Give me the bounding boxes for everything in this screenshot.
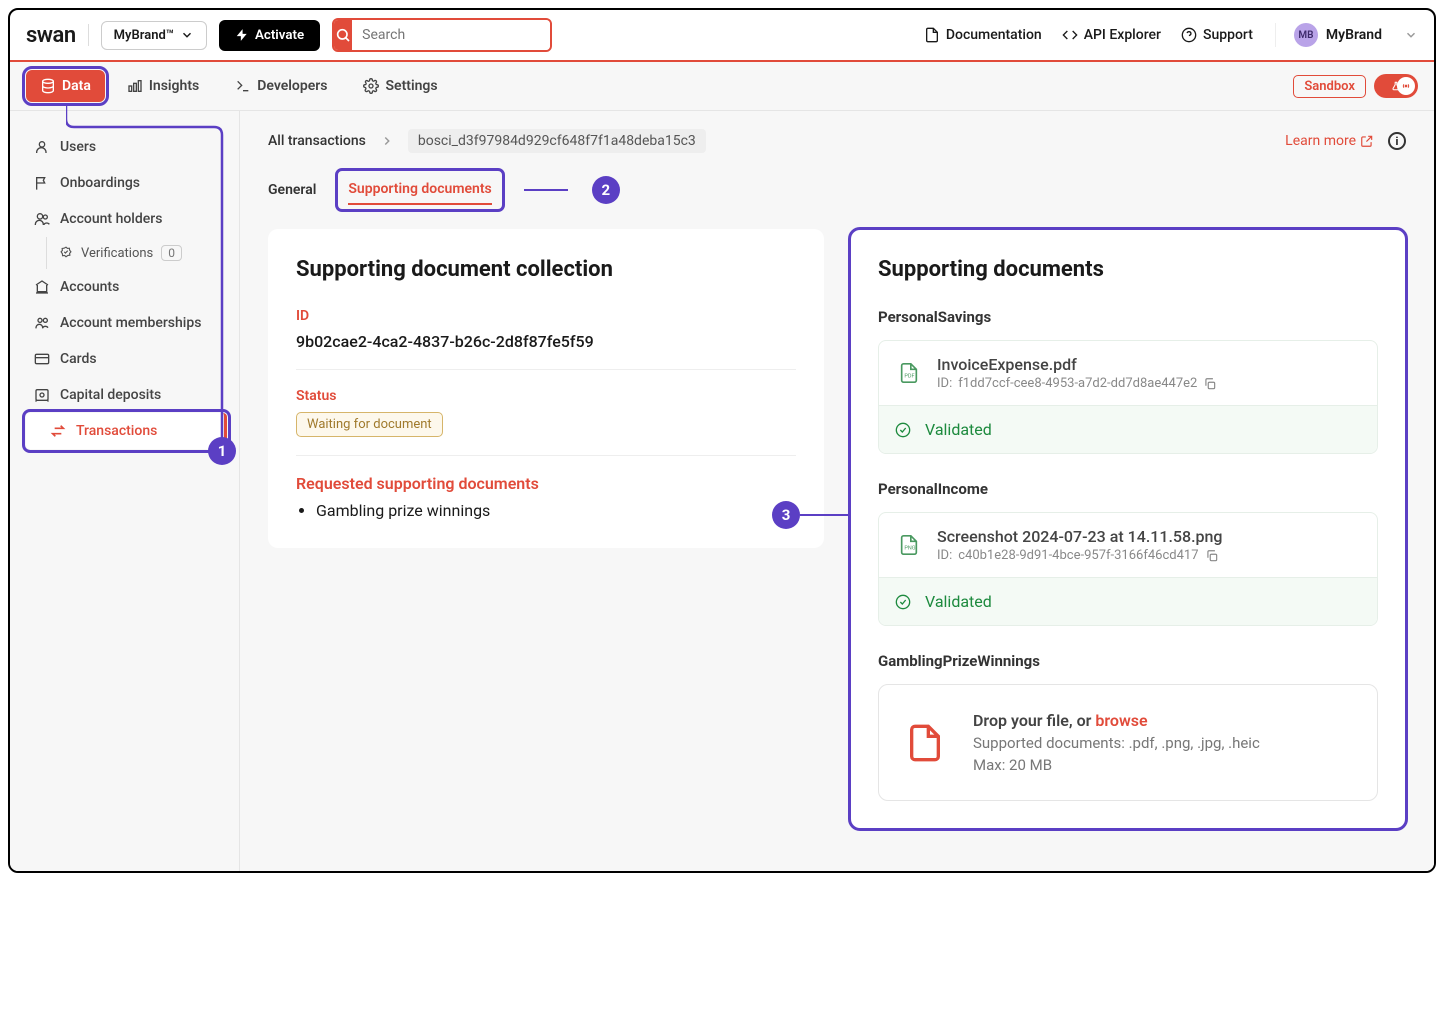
- chevron-down-icon: [180, 28, 194, 42]
- chevron-right-icon: [380, 134, 394, 148]
- safe-icon: [34, 387, 50, 403]
- broadcast-icon: [1401, 81, 1411, 91]
- sidebar-item-account-holders[interactable]: Account holders: [10, 201, 239, 237]
- file-icon: [924, 27, 940, 43]
- requested-item: Gambling prize winnings: [316, 501, 796, 520]
- nav-tab-insights[interactable]: Insights: [113, 70, 213, 102]
- svg-text:PDF: PDF: [904, 374, 914, 380]
- tab-supporting-documents[interactable]: Supporting documents: [348, 175, 491, 205]
- search-input[interactable]: [352, 20, 550, 50]
- avatar: MB: [1294, 23, 1318, 47]
- env-toggle[interactable]: [1374, 74, 1418, 98]
- user-icon: [34, 139, 50, 155]
- gear-icon: [363, 78, 379, 94]
- sidebar-item-memberships[interactable]: Account memberships: [10, 305, 239, 341]
- file-png-icon: PNG: [895, 531, 923, 559]
- card-icon: [34, 351, 50, 367]
- search-icon-box: [334, 20, 352, 50]
- search-input-wrap[interactable]: [332, 18, 552, 52]
- doc-id: c40b1e28-9d91-4bce-957f-3166f46cd417: [958, 548, 1198, 563]
- requested-label: Requested supporting documents: [296, 474, 796, 493]
- status-label: Status: [296, 388, 796, 404]
- external-link-icon: [1360, 134, 1374, 148]
- brand-name: MyBrand™: [114, 28, 174, 43]
- sidebar-item-verifications[interactable]: Verifications 0: [46, 237, 239, 269]
- status-badge: Waiting for document: [296, 412, 443, 437]
- learn-more-link[interactable]: Learn more: [1285, 133, 1374, 149]
- doc-id: f1dd7ccf-cee8-4953-a7d2-dd7d8ae447e2: [958, 376, 1197, 391]
- upload-dropzone[interactable]: Drop your file, or browse Supported docu…: [878, 684, 1378, 801]
- terminal-icon: [235, 78, 251, 94]
- check-circle-icon: [895, 422, 911, 438]
- help-icon: [1181, 27, 1197, 43]
- dropzone-max: Max: 20 MB: [973, 756, 1260, 774]
- nav-tab-developers[interactable]: Developers: [221, 70, 341, 102]
- doc-status: Validated: [879, 405, 1377, 453]
- search-icon: [335, 27, 351, 43]
- bolt-icon: [235, 28, 249, 42]
- dropzone-supported: Supported documents: .pdf, .png, .jpg, .…: [973, 734, 1260, 752]
- callout-3: 3: [772, 501, 800, 529]
- copy-icon[interactable]: [1203, 377, 1217, 391]
- sidebar-item-users[interactable]: Users: [10, 129, 239, 165]
- doc-filename: InvoiceExpense.pdf: [937, 355, 1217, 374]
- badge-check-icon: [59, 246, 73, 260]
- browse-link[interactable]: browse: [1095, 711, 1147, 730]
- documents-title: Supporting documents: [878, 257, 1378, 282]
- file-pdf-icon: PDF: [895, 359, 923, 387]
- nav-tab-data[interactable]: Data: [26, 70, 105, 102]
- users-icon: [34, 211, 50, 227]
- activate-label: Activate: [255, 28, 304, 43]
- section-personal-income: PersonalIncome: [878, 480, 1378, 498]
- file-outline-icon: [905, 720, 945, 766]
- dropzone-title: Drop your file, or browse: [973, 711, 1260, 730]
- documents-card: Supporting documents PersonalSavings PDF…: [850, 229, 1406, 829]
- collection-card: Supporting document collection ID 9b02ca…: [268, 229, 824, 548]
- check-circle-icon: [895, 594, 911, 610]
- documentation-link[interactable]: Documentation: [920, 23, 1046, 47]
- activate-button[interactable]: Activate: [219, 20, 320, 51]
- profile-name: MyBrand: [1326, 27, 1382, 43]
- verifications-count: 0: [161, 245, 182, 261]
- support-link[interactable]: Support: [1177, 23, 1257, 47]
- doc-card-savings: PDF InvoiceExpense.pdf ID: f1dd7ccf-cee8…: [878, 340, 1378, 454]
- sidebar-item-accounts[interactable]: Accounts: [10, 269, 239, 305]
- tab-supporting-highlight: Supporting documents: [340, 173, 499, 207]
- id-value: 9b02cae2-4ca2-4837-b26c-2d8f87fe5f59: [296, 332, 796, 351]
- callout-1: 1: [208, 437, 236, 465]
- sidebar-item-onboardings[interactable]: Onboardings: [10, 165, 239, 201]
- doc-card-income: PNG Screenshot 2024-07-23 at 14.11.58.pn…: [878, 512, 1378, 626]
- database-icon: [40, 78, 56, 94]
- breadcrumb-id: bosci_d3f97984d929cf648f7f1a48deba15c3: [408, 129, 706, 153]
- team-icon: [34, 315, 50, 331]
- profile-menu[interactable]: MB MyBrand: [1275, 23, 1418, 47]
- chevron-down-icon: [1404, 28, 1418, 42]
- flag-icon: [34, 175, 50, 191]
- doc-filename: Screenshot 2024-07-23 at 14.11.58.png: [937, 527, 1223, 546]
- nav-tab-settings[interactable]: Settings: [349, 70, 451, 102]
- copy-icon[interactable]: [1205, 549, 1219, 563]
- sandbox-badge: Sandbox: [1293, 75, 1366, 98]
- chart-icon: [127, 78, 143, 94]
- section-gambling: GamblingPrizeWinnings: [878, 652, 1378, 670]
- sidebar-item-cards[interactable]: Cards: [10, 341, 239, 377]
- breadcrumb-root[interactable]: All transactions: [268, 133, 366, 149]
- logo: swan: [26, 23, 76, 48]
- id-label: ID: [296, 308, 796, 324]
- code-icon: [1062, 27, 1078, 43]
- sidebar-item-capital[interactable]: Capital deposits: [10, 377, 239, 413]
- brand-selector[interactable]: MyBrand™: [101, 21, 207, 50]
- section-personal-savings: PersonalSavings: [878, 308, 1378, 326]
- info-icon[interactable]: i: [1388, 132, 1406, 150]
- doc-status: Validated: [879, 577, 1377, 625]
- collection-title: Supporting document collection: [296, 257, 796, 282]
- bank-icon: [34, 279, 50, 295]
- toggle-knob: [1397, 77, 1415, 95]
- tab-general[interactable]: General: [268, 176, 316, 204]
- api-explorer-link[interactable]: API Explorer: [1058, 23, 1165, 47]
- callout-2: 2: [592, 176, 620, 204]
- transfer-icon: [50, 423, 66, 439]
- svg-text:PNG: PNG: [904, 546, 915, 552]
